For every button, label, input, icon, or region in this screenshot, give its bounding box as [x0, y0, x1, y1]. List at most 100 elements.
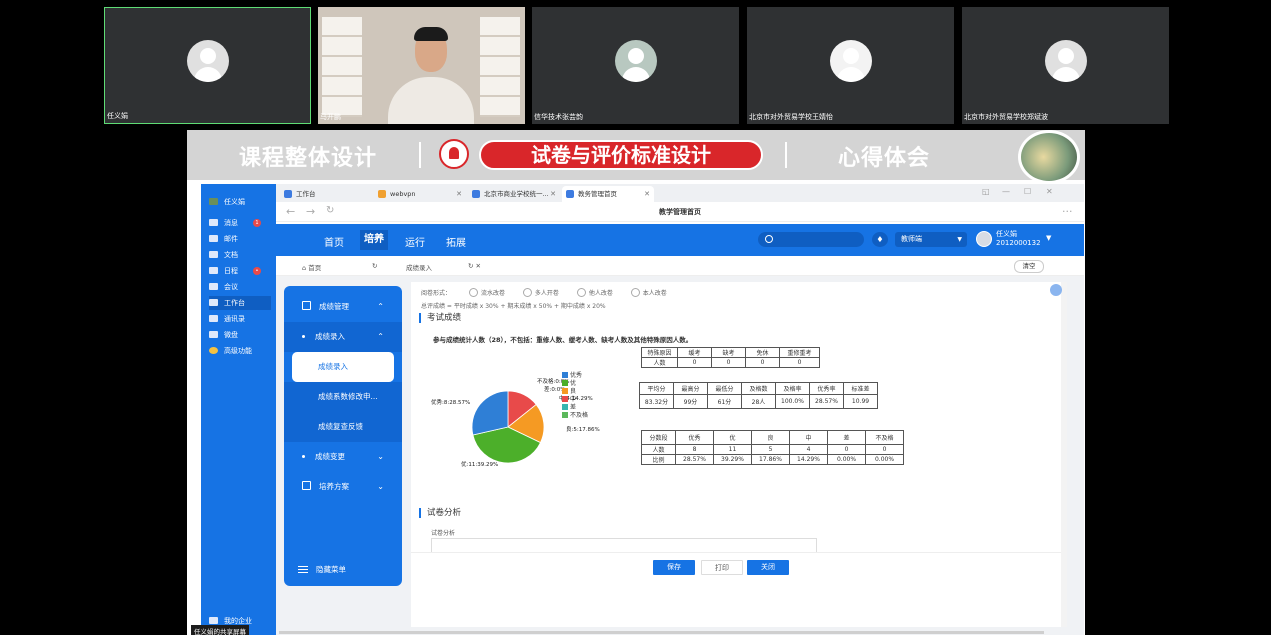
left-menu: 成绩管理 ⌃ 成绩录入 ⌃ 成绩录入 成绩系数修改申... 成绩复查反馈 成绩变更 ⌄… [284, 286, 402, 586]
scrollbar[interactable] [1061, 282, 1067, 627]
sidebar-item-mail[interactable]: 邮件 [209, 232, 271, 246]
close-window-icon[interactable]: ✕ [1046, 187, 1053, 196]
radio-multi[interactable] [522, 288, 532, 297]
participant-tile-3[interactable]: 信华技术张芸韵 [532, 7, 739, 124]
menu-item-coefficient[interactable]: 成绩系数修改申... [284, 382, 402, 412]
table-special-reasons: 特殊原因 缓考 缺考 免休 重修重考 人数 0 0 0 0 [641, 347, 820, 368]
section-title-analysis: 试卷分析 [419, 508, 461, 518]
grading-method: 阅卷形式： 流水改卷 多人开卷 他人改卷 本人改卷 [421, 288, 667, 297]
count-note: 参与成绩统计人数（28），不包括：重修人数、缓考人数、缺考人数及其他特殊原因人数… [433, 336, 693, 344]
alarm-icon [439, 139, 469, 169]
more-icon[interactable]: ··· [1062, 205, 1073, 218]
role-select[interactable]: 教师端 ▼ [895, 232, 967, 247]
close-icon[interactable]: ✕ [644, 186, 650, 202]
legend-swatch [562, 412, 568, 418]
person-body [388, 77, 474, 124]
sidebar-item-messages[interactable]: 消息 1 [209, 216, 271, 230]
participant-tile-4[interactable]: 北京市对外贸易学校王婧怡 [747, 7, 954, 124]
clear-button[interactable]: 清空 [1014, 260, 1044, 273]
sidebar-item-drive[interactable]: 微盘 [209, 328, 271, 342]
close-button[interactable]: 关闭 [747, 560, 789, 575]
divider [419, 142, 421, 168]
menu-sub-entry[interactable]: 成绩录入 ⌃ [284, 322, 402, 352]
browser-tab-workbench[interactable]: 工作台 [280, 186, 372, 202]
sidebar-item-workbench[interactable]: 工作台 [209, 296, 271, 310]
restore-icon[interactable]: ◱ [982, 187, 990, 196]
close-icon[interactable]: ✕ [456, 186, 462, 202]
nav-operation[interactable]: 运行 [405, 234, 425, 249]
save-button[interactable]: 保存 [653, 560, 695, 575]
floating-action-button[interactable] [1050, 284, 1062, 296]
share-label: 任义娟的共享屏幕 [191, 625, 249, 635]
score-formula: 总评成绩 = 平时成绩 x 30% + 期末成绩 x 50% + 期中成绩 x … [421, 303, 606, 310]
sidebar-user[interactable]: 任义娟 [209, 195, 271, 209]
star-icon [209, 347, 218, 354]
search-icon [765, 235, 773, 243]
sidebar-item-meeting[interactable]: 会议 [209, 280, 271, 294]
analysis-textarea[interactable] [431, 538, 817, 552]
browser-window: 工作台 webvpn ✕ 北京市商业学校统一... ✕ 教务管理首页 ✕ ◱ — ☐ … [276, 184, 1084, 635]
maximize-icon[interactable]: ☐ [1024, 187, 1031, 196]
avatar [186, 39, 229, 82]
radio-other[interactable] [576, 288, 586, 297]
participant-name: 信华技术张芸韵 [534, 113, 583, 121]
participant-tile-1[interactable]: 任义娟 [104, 7, 311, 124]
avatar [829, 39, 872, 82]
browser-tab-school[interactable]: 北京市商业学校统一... ✕ [468, 186, 560, 202]
user-avatar[interactable] [976, 231, 992, 247]
menu-item-grade-entry[interactable]: 成绩录入 [292, 352, 394, 382]
calendar-icon [209, 267, 218, 274]
participant-tile-2[interactable]: 马开鹏 [318, 7, 525, 124]
banner-item-exam-design: 试卷与评价标准设计 [479, 140, 763, 170]
skin-icon[interactable]: ♦ [872, 232, 888, 247]
caret-down-icon[interactable]: ▼ [1046, 234, 1051, 242]
section-title-exam-scores: 考试成绩 [419, 313, 461, 323]
legend-item: 不及格 [562, 410, 588, 419]
browser-tab-teaching[interactable]: 教务管理首页 ✕ [562, 186, 654, 202]
horizontal-scrollbar[interactable] [279, 631, 1044, 634]
radio-flow[interactable] [468, 288, 478, 297]
menu-group-grades[interactable]: 成绩管理 ⌃ [284, 292, 402, 322]
unread-badge: 1 [253, 219, 261, 227]
pie-label-good: 良:5:17.86% [566, 427, 600, 433]
sidebar-item-docs[interactable]: 文档 [209, 248, 271, 262]
nav-expand[interactable]: 拓展 [446, 234, 466, 249]
menu-item-review[interactable]: 成绩复查反馈 [284, 412, 402, 442]
tab-refresh-icon[interactable]: ↻ ✕ [468, 262, 481, 270]
user-info[interactable]: 任义娟 2012000132 [996, 230, 1041, 248]
content-area: 成绩管理 ⌃ 成绩录入 ⌃ 成绩录入 成绩系数修改申... 成绩复查反馈 成绩变更 ⌄… [276, 276, 1084, 635]
search-input[interactable] [758, 232, 864, 247]
video-icon [209, 283, 218, 290]
chevron-down-icon: ⌄ [377, 482, 384, 491]
minimize-icon[interactable]: — [1002, 187, 1010, 196]
bullet-icon [302, 455, 305, 458]
print-button[interactable]: 打印 [701, 560, 743, 575]
crumb-current[interactable]: 成绩录入 [406, 262, 432, 272]
participant-tile-5[interactable]: 北京市对外贸易学校郑斌波 [962, 7, 1169, 124]
banner-photo [1018, 130, 1080, 184]
menu-group-change[interactable]: 成绩变更 ⌄ [284, 442, 402, 472]
nav-training[interactable]: 培养 [360, 230, 388, 250]
refresh-icon[interactable]: ↻ [372, 262, 377, 270]
radio-self[interactable] [630, 288, 640, 297]
hide-menu-button[interactable]: 隐藏菜单 [298, 564, 346, 575]
pie-label-excellent: 优秀:8:28.57% [431, 400, 471, 406]
banner-item-reflection: 心得体会 [838, 146, 931, 171]
score-pie-chart: 不及格:0:0% 差:0:0% 中:4:14.29% 良:5:17.86% 优秀… [431, 372, 661, 482]
bookshelf [322, 17, 362, 117]
sidebar-item-calendar[interactable]: 日程 • [209, 264, 271, 278]
page-icon [566, 190, 574, 198]
sidebar-item-contacts[interactable]: 通讯录 [209, 312, 271, 326]
grade-panel: 阅卷形式： 流水改卷 多人开卷 他人改卷 本人改卷 总评成绩 = 平时成绩 x … [411, 282, 1067, 627]
mail-icon [209, 235, 218, 242]
nav-home[interactable]: 首页 [324, 234, 344, 249]
divider [785, 142, 787, 168]
building-icon [209, 617, 218, 624]
menu-group-plan[interactable]: 培养方案 ⌄ [284, 472, 402, 502]
sidebar-item-advanced[interactable]: 高级功能 [209, 344, 271, 358]
participant-name: 北京市对外贸易学校郑斌波 [964, 113, 1048, 121]
browser-tab-webvpn[interactable]: webvpn ✕ [374, 186, 466, 202]
banner-item-course-design: 课程整体设计 [239, 146, 378, 171]
crumb-home[interactable]: ⌂ 首页 [302, 262, 321, 272]
close-icon[interactable]: ✕ [550, 186, 556, 202]
